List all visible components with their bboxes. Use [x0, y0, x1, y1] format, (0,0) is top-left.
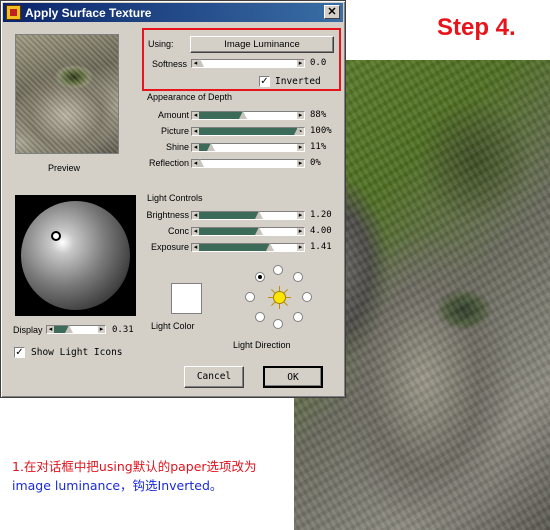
- ok-button[interactable]: OK: [263, 366, 323, 388]
- light-brightness-slider[interactable]: ◂ ▸: [191, 211, 305, 220]
- depth-reflection-value: 0%: [310, 158, 321, 168]
- light-direction-radio-4[interactable]: [245, 292, 255, 302]
- light-conc-slider[interactable]: ◂ ▸: [191, 227, 305, 236]
- slider-left-arrow-icon[interactable]: ◂: [47, 326, 54, 333]
- slider-right-arrow-icon[interactable]: ▸: [297, 212, 304, 219]
- slider-thumb[interactable]: [239, 111, 248, 119]
- slider-thumb[interactable]: [206, 143, 215, 151]
- depth-reflection-label: Reflection: [148, 158, 189, 168]
- slider-fill: [192, 228, 259, 235]
- slider-left-arrow-icon[interactable]: ◂: [192, 244, 199, 251]
- show-light-icons-checkbox[interactable]: ✓: [14, 347, 25, 358]
- slider-right-arrow-icon[interactable]: ▸: [297, 144, 304, 151]
- depth-shine-value: 11%: [310, 142, 327, 152]
- light-exposure-value: 1.41: [310, 242, 332, 252]
- slider-fill: [192, 212, 259, 219]
- light-direction-radio-2[interactable]: [273, 265, 283, 275]
- slider-right-arrow-icon[interactable]: ▸: [98, 326, 105, 333]
- depth-shine-slider[interactable]: ◂ ▸: [191, 143, 305, 152]
- using-select[interactable]: Image Luminance: [190, 36, 334, 53]
- depth-amount-slider[interactable]: ◂ ▸: [191, 111, 305, 120]
- light-direction-radio-1[interactable]: [255, 272, 265, 282]
- sphere-ball: [21, 201, 130, 310]
- light-exposure-slider[interactable]: ◂ ▸: [191, 243, 305, 252]
- light-header: Light Controls: [147, 193, 203, 203]
- slider-right-arrow-icon[interactable]: ▸: [297, 160, 304, 167]
- display-value: 0.31: [112, 325, 134, 335]
- light-color-label: Light Color: [151, 321, 195, 331]
- slider-left-arrow-icon[interactable]: ◂: [192, 212, 199, 219]
- slider-thumb[interactable]: [196, 59, 204, 67]
- close-button[interactable]: ✕: [324, 5, 340, 19]
- light-brightness-value: 1.20: [310, 210, 332, 220]
- light-sphere-preview[interactable]: [15, 195, 136, 316]
- slider-left-arrow-icon[interactable]: ◂: [192, 144, 199, 151]
- display-slider[interactable]: ◂ ▸: [46, 325, 106, 334]
- inverted-label: Inverted: [275, 76, 321, 87]
- slider-thumb[interactable]: [64, 325, 73, 333]
- caption-line-1: 1.在对话框中把using默认的paper选项改为: [12, 459, 257, 474]
- preview-label: Preview: [48, 163, 81, 173]
- slider-thumb[interactable]: [265, 243, 274, 251]
- instruction-caption: 1.在对话框中把using默认的paper选项改为 image luminanc…: [12, 457, 292, 495]
- softness-label: Softness: [152, 59, 188, 69]
- dialog-title: Apply Surface Texture: [25, 6, 152, 20]
- softness-slider[interactable]: ◂ ▸: [191, 59, 305, 68]
- slider-left-arrow-icon[interactable]: ◂: [192, 228, 199, 235]
- light-direction-radio-3[interactable]: [293, 272, 303, 282]
- step-heading: Step 4.: [437, 14, 516, 41]
- softness-value: 0.0: [310, 58, 327, 68]
- light-direction-radio-8[interactable]: [293, 312, 303, 322]
- slider-right-arrow-icon[interactable]: ▸: [297, 244, 304, 251]
- check-icon: ✓: [260, 76, 269, 87]
- slider-left-arrow-icon[interactable]: ◂: [192, 128, 199, 135]
- slider-fill: [192, 112, 244, 119]
- slider-thumb[interactable]: [196, 159, 204, 167]
- slider-thumb[interactable]: [254, 227, 263, 235]
- depth-picture-value: 100%: [310, 126, 332, 136]
- preview-image[interactable]: [15, 34, 119, 154]
- title-bar[interactable]: Apply Surface Texture ✕: [3, 3, 343, 22]
- light-direction-label: Light Direction: [233, 340, 291, 350]
- cancel-button[interactable]: Cancel: [184, 366, 244, 388]
- light-direction-radio-7[interactable]: [273, 319, 283, 329]
- sun-icon: [268, 286, 291, 309]
- slider-thumb[interactable]: [294, 127, 302, 135]
- depth-picture-label: Picture: [160, 126, 189, 136]
- light-brightness-label: Brightness: [146, 210, 189, 220]
- light-conc-label: Conc: [167, 226, 189, 236]
- light-color-swatch[interactable]: [171, 283, 202, 314]
- slider-right-arrow-icon[interactable]: ▸: [297, 60, 304, 67]
- light-direction-radio-6[interactable]: [255, 312, 265, 322]
- light-direction-radio-5[interactable]: [302, 292, 312, 302]
- depth-shine-label: Shine: [165, 142, 189, 152]
- inverted-checkbox[interactable]: ✓: [259, 76, 270, 87]
- slider-fill: [192, 244, 270, 251]
- using-label: Using:: [148, 39, 174, 49]
- show-light-icons-label: Show Light Icons: [31, 347, 123, 358]
- check-icon: ✓: [15, 347, 24, 358]
- slider-left-arrow-icon[interactable]: ◂: [192, 112, 199, 119]
- depth-amount-value: 88%: [310, 110, 327, 120]
- depth-picture-slider[interactable]: ◂ ▸: [191, 127, 305, 136]
- app-icon: [6, 5, 21, 20]
- depth-amount-label: Amount: [157, 110, 189, 120]
- slider-right-arrow-icon[interactable]: ▸: [297, 228, 304, 235]
- slider-fill: [192, 128, 298, 135]
- light-exposure-label: Exposure: [150, 242, 189, 252]
- depth-reflection-slider[interactable]: ◂ ▸: [191, 159, 305, 168]
- display-label: Display: [13, 325, 43, 335]
- apply-surface-texture-dialog: Apply Surface Texture ✕ Preview Using: I…: [0, 0, 346, 398]
- light-position-handle[interactable]: [51, 231, 61, 241]
- slider-right-arrow-icon[interactable]: ▸: [297, 112, 304, 119]
- depth-header: Appearance of Depth: [147, 92, 233, 102]
- slider-thumb[interactable]: [254, 211, 263, 219]
- light-conc-value: 4.00: [310, 226, 332, 236]
- caption-line-2: image luminance，钩选Inverted。: [12, 478, 223, 493]
